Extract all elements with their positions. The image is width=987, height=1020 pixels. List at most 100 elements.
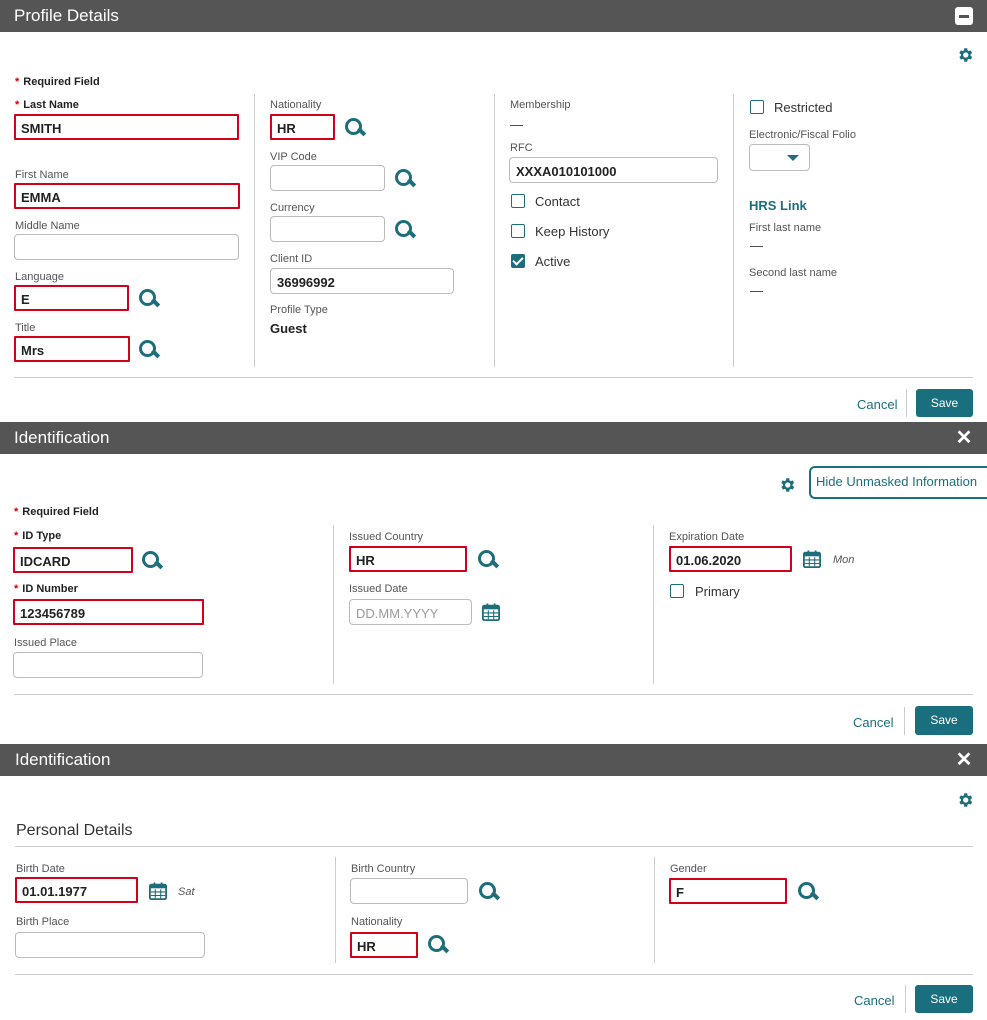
currency-label: Currency <box>270 202 315 214</box>
contact-label: Contact <box>535 194 580 209</box>
issued-date-input[interactable]: DD.MM.YYYY <box>349 599 472 625</box>
cancel-button[interactable]: Cancel <box>854 993 894 1008</box>
vip-code-input[interactable] <box>270 165 385 191</box>
search-icon[interactable] <box>797 881 819 903</box>
currency-input[interactable] <box>270 216 385 242</box>
search-icon[interactable] <box>141 550 163 572</box>
required-field-note: * Required Field <box>14 506 99 518</box>
cancel-button[interactable]: Cancel <box>853 715 893 730</box>
id-type-input[interactable]: IDCARD <box>13 547 133 573</box>
first-last-name-value: — <box>750 238 763 253</box>
expiration-date-label: Expiration Date <box>669 531 745 543</box>
issued-country-label: Issued Country <box>349 531 423 543</box>
middle-name-label: Middle Name <box>15 220 80 232</box>
minus-icon[interactable] <box>955 7 973 25</box>
profile-details-header: Profile Details <box>0 0 987 32</box>
membership-label: Membership <box>510 99 571 111</box>
second-last-name-label: Second last name <box>749 267 838 279</box>
gear-icon[interactable] <box>956 46 974 64</box>
search-icon[interactable] <box>394 168 416 190</box>
client-id-label: Client ID <box>270 253 313 265</box>
section-divider <box>14 694 973 695</box>
nationality-label: Nationality <box>270 99 322 111</box>
calendar-icon[interactable] <box>482 603 500 621</box>
nationality-input[interactable]: HR <box>350 932 418 958</box>
issued-place-label: Issued Place <box>14 637 77 649</box>
search-icon[interactable] <box>427 934 449 956</box>
save-button[interactable]: Save <box>916 389 973 417</box>
active-label: Active <box>535 254 571 269</box>
title-label: Title <box>15 322 36 334</box>
save-button[interactable]: Save <box>915 985 973 1013</box>
identification-title: Identification <box>14 428 110 447</box>
search-icon[interactable] <box>344 117 366 139</box>
gender-input[interactable]: F <box>669 878 787 904</box>
first-name-label: First Name <box>15 169 69 181</box>
restricted-checkbox[interactable] <box>750 100 764 114</box>
birth-place-input[interactable] <box>15 932 205 958</box>
search-icon[interactable] <box>478 881 500 903</box>
search-icon[interactable] <box>477 549 499 571</box>
close-icon[interactable]: ✕ <box>955 750 973 770</box>
rfc-input[interactable]: XXXA010101000 <box>509 157 718 183</box>
button-separator <box>905 985 906 1013</box>
active-checkbox[interactable] <box>511 254 525 268</box>
calendar-icon[interactable] <box>149 882 167 900</box>
issued-place-input[interactable] <box>13 652 203 678</box>
search-icon[interactable] <box>138 288 160 310</box>
rfc-label: RFC <box>510 142 533 154</box>
nationality-label: Nationality <box>351 916 403 928</box>
title-input[interactable]: Mrs <box>14 336 130 362</box>
required-field-note: * Required Field <box>15 76 100 88</box>
personal-header-title: Identification <box>15 750 111 769</box>
calendar-icon[interactable] <box>803 550 821 568</box>
close-icon[interactable]: ✕ <box>955 428 973 448</box>
primary-label: Primary <box>695 584 740 599</box>
birth-place-label: Birth Place <box>16 916 70 928</box>
language-label: Language <box>15 271 64 283</box>
profile-type-label: Profile Type <box>270 304 328 316</box>
fiscal-folio-select[interactable] <box>749 144 810 171</box>
search-icon[interactable] <box>138 339 160 361</box>
search-icon[interactable] <box>394 219 416 241</box>
hrs-link-heading[interactable]: HRS Link <box>749 198 807 213</box>
column-divider <box>654 857 655 963</box>
identification-header: Identification ✕ <box>0 422 987 454</box>
primary-checkbox[interactable] <box>670 584 684 598</box>
personal-details-title: Personal Details <box>16 822 133 839</box>
birth-country-input[interactable] <box>350 878 468 904</box>
keep-history-checkbox[interactable] <box>511 224 525 238</box>
middle-name-input[interactable] <box>14 234 239 260</box>
keep-history-label: Keep History <box>535 224 610 239</box>
column-divider <box>333 525 334 684</box>
second-last-name-value: — <box>750 283 763 298</box>
cancel-button[interactable]: Cancel <box>857 397 897 412</box>
birth-day-name: Sat <box>178 886 195 898</box>
hide-unmasked-button[interactable]: Hide Unmasked Information <box>809 466 987 499</box>
birth-date-input[interactable]: 01.01.1977 <box>15 877 138 903</box>
profile-details-title: Profile Details <box>14 6 119 25</box>
profile-type-value: Guest <box>270 321 307 336</box>
client-id-input[interactable]: 36996992 <box>270 268 454 294</box>
nationality-input[interactable]: HR <box>270 114 335 140</box>
first-name-input[interactable]: EMMA <box>14 183 240 209</box>
save-button[interactable]: Save <box>915 706 973 735</box>
id-number-input[interactable]: 123456789 <box>13 599 204 625</box>
birth-date-label: Birth Date <box>16 863 65 875</box>
issued-country-input[interactable]: HR <box>349 546 467 572</box>
restricted-label: Restricted <box>774 100 833 115</box>
gear-icon[interactable] <box>956 791 974 809</box>
id-number-label: * ID Number <box>14 583 78 595</box>
column-divider <box>335 857 336 963</box>
section-divider <box>15 846 973 847</box>
gear-icon[interactable] <box>778 476 796 494</box>
section-divider <box>15 974 973 975</box>
last-name-label: * Last Name <box>15 99 79 111</box>
contact-checkbox[interactable] <box>511 194 525 208</box>
last-name-input[interactable]: SMITH <box>14 114 239 140</box>
column-divider <box>733 94 734 367</box>
birth-country-label: Birth Country <box>351 863 416 875</box>
column-divider <box>494 94 495 367</box>
expiration-date-input[interactable]: 01.06.2020 <box>669 546 792 572</box>
language-input[interactable]: E <box>14 285 129 311</box>
